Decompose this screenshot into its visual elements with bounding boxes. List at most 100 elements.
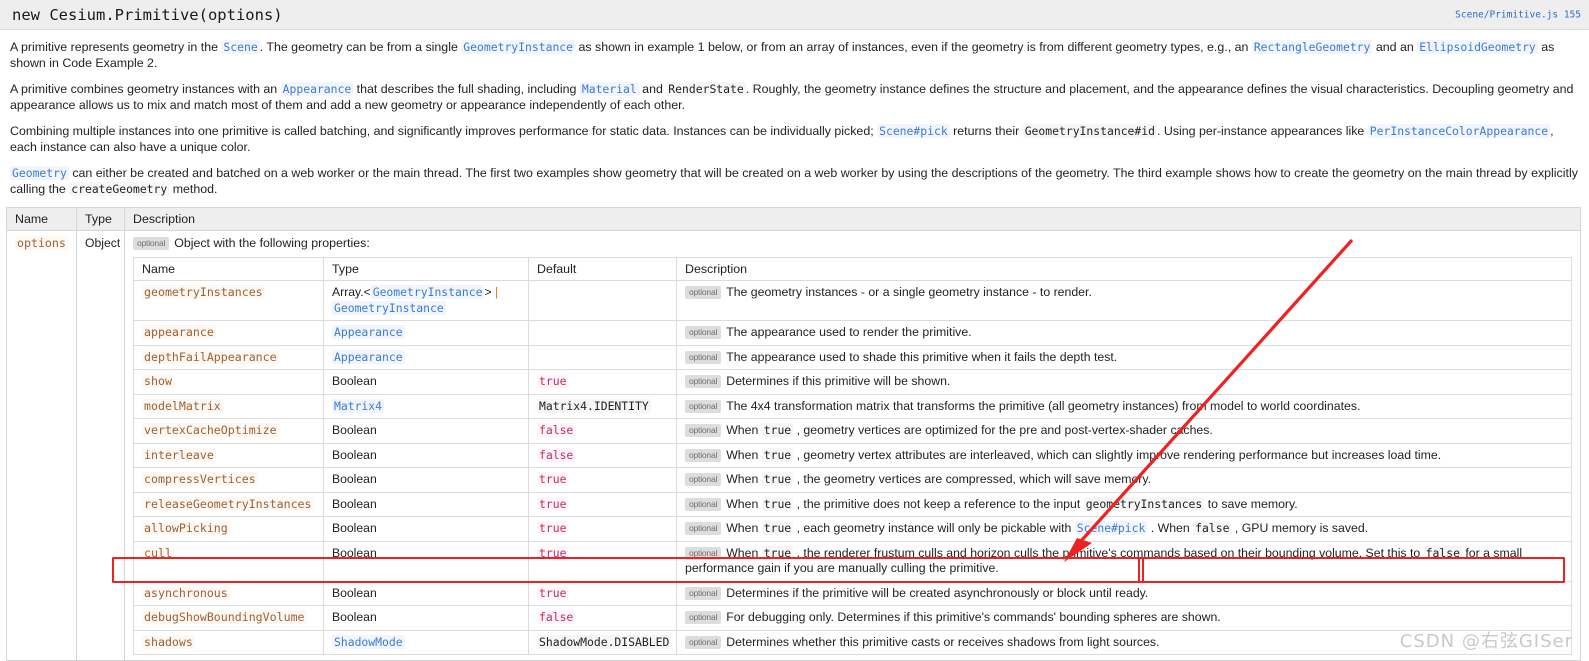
- prop-name-cell: releaseGeometryInstances: [133, 491, 324, 517]
- prop-default-cell: true: [528, 516, 677, 542]
- prop-description-cell: optional Determines if this primitive wil…: [676, 369, 1572, 395]
- prop-description-cell: optional The appearance used to shade thi…: [676, 344, 1572, 370]
- prop-description-text: The appearance used to shade this primit…: [726, 349, 1118, 364]
- code-reference-link[interactable]: GeometryInstance: [370, 285, 485, 299]
- inline-code: true: [761, 447, 794, 462]
- prop-default-cell: Matrix4.IDENTITY: [528, 393, 677, 419]
- prop-type-cell: Array.< GeometryInstance > | GeometryInstan…: [323, 280, 529, 321]
- prop-type-cell: Boolean: [323, 369, 529, 395]
- prop-description-cell: optional When true , geometry vertices ar…: [676, 418, 1572, 444]
- signature-title: new Cesium.Primitive(options): [12, 5, 283, 24]
- prop-name: releaseGeometryInstances: [142, 496, 314, 511]
- prop-type: Array.< GeometryInstance > | GeometryInstan…: [332, 285, 499, 315]
- code-reference-link[interactable]: Geometry: [10, 166, 69, 180]
- prop-default-value: false: [537, 447, 576, 462]
- parameters-table-body: options Object optional Object with the f…: [6, 230, 1581, 661]
- prop-default-cell: true: [528, 467, 677, 493]
- properties-table-head: Name Type Default Description: [133, 257, 1572, 281]
- code-reference-link[interactable]: Scene: [221, 40, 260, 54]
- code-reference-link[interactable]: Material: [579, 82, 639, 96]
- prop-default-value: true: [537, 472, 569, 486]
- code-reference-link[interactable]: Appearance: [332, 325, 405, 339]
- code-reference-link[interactable]: GeometryInstance: [332, 300, 446, 315]
- col-header-name: Name: [6, 207, 77, 231]
- parameters-header-row: Name Type Description: [6, 207, 1581, 231]
- prop-name-cell: interleave: [133, 442, 324, 468]
- prop-description-text: For debugging only. Determines if this p…: [726, 610, 1221, 624]
- object-properties-intro: Object with the following properties:: [174, 236, 370, 250]
- prop-default-value: true: [537, 521, 569, 535]
- optional-badge: optional: [685, 586, 722, 600]
- prop-name: cull: [142, 545, 174, 560]
- description-paragraph-1: A primitive represents geometry in the S…: [10, 40, 1555, 70]
- param-name-cell: options: [6, 230, 77, 661]
- prop-name-cell: asynchronous: [133, 580, 324, 606]
- optional-badge: optional: [685, 546, 722, 560]
- table-row: debugShowBoundingVolume Boolean false optio…: [133, 605, 1572, 631]
- prop-description-text: When true , each geometry instance will …: [726, 521, 1369, 535]
- prop-type: ShadowMode: [332, 634, 405, 649]
- prop-name-cell: shadows: [133, 629, 324, 655]
- prop-default-cell: [528, 344, 677, 370]
- code-reference-link[interactable]: RectangleGeometry: [1251, 40, 1373, 54]
- doc-page: new Cesium.Primitive(options) Scene/Prim…: [0, 0, 1589, 661]
- table-row: asynchronous Boolean true optional Determine…: [133, 580, 1572, 606]
- code-reference-link[interactable]: Scene#pick: [1074, 521, 1148, 535]
- prop-type-cell: Boolean: [323, 442, 529, 468]
- code-reference-link[interactable]: GeometryInstance: [461, 40, 576, 54]
- prop-default-value: false: [537, 610, 576, 624]
- prop-default-cell: false: [528, 605, 677, 631]
- table-row: modelMatrix Matrix4 Matrix4.IDENTITY option…: [133, 393, 1572, 419]
- optional-badge: optional: [685, 286, 722, 299]
- prop-description-cell: optional When true , the geometry vertice…: [676, 467, 1572, 493]
- description-section: A primitive represents geometry in the S…: [0, 40, 1589, 197]
- code-reference-link[interactable]: Scene#pick: [877, 124, 950, 138]
- code-reference-link[interactable]: Matrix4: [332, 398, 385, 413]
- code-reference-link[interactable]: Appearance: [332, 349, 405, 364]
- prop-default-value: false: [537, 423, 576, 437]
- parameters-table: Name Type Description options Object opt…: [6, 207, 1581, 661]
- prop-description-text: When true , the geometry vertices are co…: [726, 472, 1152, 486]
- code-reference-link[interactable]: ShadowMode: [332, 634, 405, 649]
- code-reference-link[interactable]: PerInstanceColorAppearance: [1367, 124, 1551, 138]
- table-row: vertexCacheOptimize Boolean false optional W…: [133, 418, 1572, 444]
- watermark: CSDN @右弦GISer: [1399, 631, 1573, 652]
- prop-type-cell: Matrix4: [323, 393, 529, 419]
- prop-name: interleave: [142, 447, 216, 462]
- inline-code: createGeometry: [69, 181, 170, 196]
- prop-type: Boolean: [332, 423, 377, 437]
- prop-name-cell: cull: [133, 540, 324, 582]
- table-row: interleave Boolean false optional When true …: [133, 442, 1572, 468]
- table-row: releaseGeometryInstances Boolean true optio…: [133, 491, 1572, 517]
- prop-type-cell: Appearance: [323, 320, 529, 346]
- optional-badge: optional: [685, 473, 722, 486]
- param-type-cell: Object: [76, 230, 125, 661]
- prop-default-cell: ShadowMode.DISABLED: [528, 629, 677, 655]
- prop-name: allowPicking: [142, 521, 230, 535]
- prop-type-cell: Boolean: [323, 491, 529, 517]
- prop-name-cell: compressVertices: [133, 467, 324, 493]
- prop-default-cell: true: [528, 369, 677, 395]
- source-file-link[interactable]: Scene/Primitive.js 155: [1455, 9, 1581, 20]
- type-separator: |: [494, 285, 499, 299]
- prop-name: show: [142, 374, 174, 388]
- prop-description-cell: optional When true , geometry vertex attr…: [676, 442, 1572, 468]
- prop-type-cell: Boolean: [323, 605, 529, 631]
- prop-col-header-description: Description: [676, 257, 1572, 281]
- prop-default-value: ShadowMode.DISABLED: [537, 634, 672, 649]
- inline-code: true: [761, 472, 794, 486]
- optional-badge: optional: [685, 522, 722, 535]
- description-paragraph-4: Geometry can either be created and batch…: [10, 166, 1578, 196]
- inline-code: true: [761, 545, 794, 560]
- table-row: shadows ShadowMode ShadowMode.DISABLED opti…: [133, 629, 1572, 655]
- signature-header: new Cesium.Primitive(options) Scene/Prim…: [0, 0, 1589, 30]
- code-reference-link[interactable]: EllipsoidGeometry: [1417, 40, 1538, 54]
- optional-badge: optional: [685, 497, 722, 511]
- prop-type: Boolean: [332, 447, 377, 462]
- prop-type: Boolean: [332, 496, 377, 511]
- prop-name: modelMatrix: [142, 398, 223, 413]
- properties-table-body: geometryInstances Array.< GeometryInstance…: [133, 280, 1572, 655]
- inline-code: true: [761, 423, 794, 437]
- prop-description-text: The appearance used to render the primit…: [726, 325, 972, 339]
- code-reference-link[interactable]: Appearance: [280, 82, 354, 96]
